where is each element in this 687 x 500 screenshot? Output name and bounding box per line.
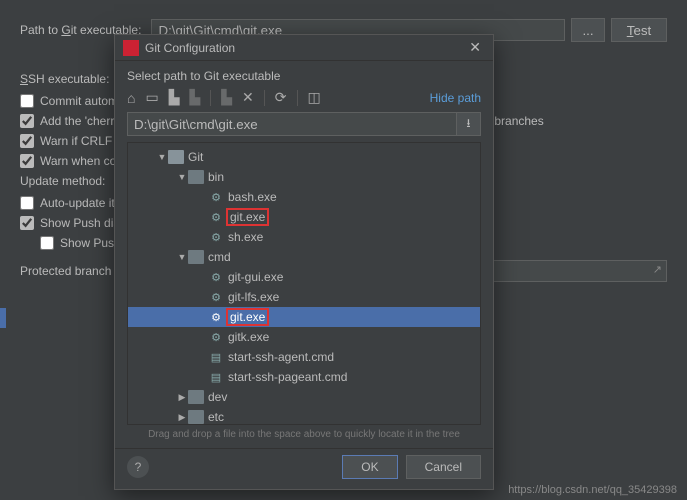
folder-icon bbox=[188, 390, 204, 404]
tree-startsshp[interactable]: start-ssh-pageant.cmd bbox=[228, 370, 347, 384]
commit-auto-check[interactable] bbox=[20, 94, 34, 108]
tree-bin[interactable]: bin bbox=[208, 170, 224, 184]
ssh-exec-label: SSH executable: bbox=[20, 72, 109, 86]
cancel-button[interactable]: Cancel bbox=[406, 455, 481, 479]
tree-git[interactable]: Git bbox=[188, 150, 203, 164]
tree-git-cmd[interactable]: git.exe bbox=[226, 308, 269, 326]
cherry-check[interactable] bbox=[20, 114, 34, 128]
exe-icon: ⚙ bbox=[208, 270, 224, 284]
folder-icon bbox=[188, 410, 204, 424]
showpush-check[interactable] bbox=[40, 236, 54, 250]
file-tree[interactable]: Git bin ⚙bash.exe ⚙git.exe ⚙sh.exe cmd ⚙… bbox=[127, 142, 481, 425]
module-icon[interactable]: ▙ bbox=[189, 89, 200, 106]
dialog-path-input[interactable] bbox=[127, 112, 457, 136]
delete-icon[interactable]: ✕ bbox=[242, 89, 254, 106]
tree-sh[interactable]: sh.exe bbox=[228, 230, 263, 244]
refresh-icon[interactable]: ⟳ bbox=[275, 89, 287, 106]
pushdia-label: Show Push dia bbox=[40, 216, 120, 230]
file-toolbar: ⌂ ▭ ▙ ▙ ▙ ✕ ⟳ ◫ Hide path bbox=[115, 89, 493, 112]
update-method-label: Update method: bbox=[20, 174, 105, 188]
showpush-label: Show Push bbox=[60, 236, 121, 250]
toolbar-sep2 bbox=[264, 90, 265, 106]
drag-hint: Drag and drop a file into the space abov… bbox=[115, 425, 493, 448]
protected-label: Protected branch bbox=[20, 264, 111, 278]
warnco-check[interactable] bbox=[20, 154, 34, 168]
tree-git-bin[interactable]: git.exe bbox=[226, 208, 269, 226]
crlf-check[interactable] bbox=[20, 134, 34, 148]
hide-path-link[interactable]: Hide path bbox=[430, 91, 481, 105]
browse-button[interactable]: ... bbox=[571, 18, 605, 42]
exe-icon: ⚙ bbox=[208, 230, 224, 244]
git-config-dialog: Git Configuration ✕ Select path to Git e… bbox=[114, 34, 494, 490]
pushdia-check[interactable] bbox=[20, 216, 34, 230]
dialog-title: Git Configuration bbox=[145, 41, 465, 55]
exe-icon: ⚙ bbox=[208, 310, 224, 324]
crlf-label: Warn if CRLF li bbox=[40, 134, 121, 148]
autoupdate-label: Auto-update it bbox=[40, 196, 115, 210]
commit-auto-label: Commit autom bbox=[40, 94, 118, 108]
watermark: https://blog.csdn.net/qq_35429398 bbox=[508, 484, 677, 496]
tree-gitk[interactable]: gitk.exe bbox=[228, 330, 269, 344]
project-icon[interactable]: ▙ bbox=[169, 89, 180, 106]
cherry-label: Add the 'cherr bbox=[40, 114, 114, 128]
folder-icon bbox=[188, 250, 204, 264]
toolbar-sep3 bbox=[297, 90, 298, 106]
autoupdate-check[interactable] bbox=[20, 196, 34, 210]
show-hidden-icon[interactable]: ◫ bbox=[308, 89, 321, 106]
test-button[interactable]: Test bbox=[611, 18, 667, 42]
exe-icon: ⚙ bbox=[208, 210, 224, 224]
ok-button[interactable]: OK bbox=[342, 455, 397, 479]
tree-startssh[interactable]: start-ssh-agent.cmd bbox=[228, 350, 334, 364]
tree-bash[interactable]: bash.exe bbox=[228, 190, 277, 204]
dialog-subtitle: Select path to Git executable bbox=[115, 61, 493, 89]
warnco-label: Warn when co bbox=[40, 154, 116, 168]
exe-icon: ⚙ bbox=[208, 190, 224, 204]
file-icon: ▤ bbox=[208, 370, 224, 384]
history-icon[interactable]: ⭳ bbox=[457, 112, 481, 136]
exe-icon: ⚙ bbox=[208, 330, 224, 344]
tree-cmd[interactable]: cmd bbox=[208, 250, 231, 264]
tree-dev[interactable]: dev bbox=[208, 390, 227, 404]
folder-icon bbox=[168, 150, 184, 164]
toolbar-sep bbox=[210, 90, 211, 106]
new-folder-icon[interactable]: ▙ bbox=[221, 89, 232, 106]
app-icon bbox=[123, 40, 139, 56]
help-button[interactable]: ? bbox=[127, 456, 149, 478]
tree-gitgui[interactable]: git-gui.exe bbox=[228, 270, 283, 284]
dialog-titlebar: Git Configuration ✕ bbox=[115, 35, 493, 61]
home-icon[interactable]: ⌂ bbox=[127, 90, 135, 106]
left-accent bbox=[0, 308, 6, 328]
cherry-tail: branches bbox=[494, 114, 543, 128]
folder-icon bbox=[188, 170, 204, 184]
close-icon[interactable]: ✕ bbox=[465, 39, 485, 56]
file-icon: ▤ bbox=[208, 350, 224, 364]
desktop-icon[interactable]: ▭ bbox=[145, 89, 158, 106]
exe-icon: ⚙ bbox=[208, 290, 224, 304]
tree-etc[interactable]: etc bbox=[208, 410, 224, 424]
tree-gitlfs[interactable]: git-lfs.exe bbox=[228, 290, 279, 304]
